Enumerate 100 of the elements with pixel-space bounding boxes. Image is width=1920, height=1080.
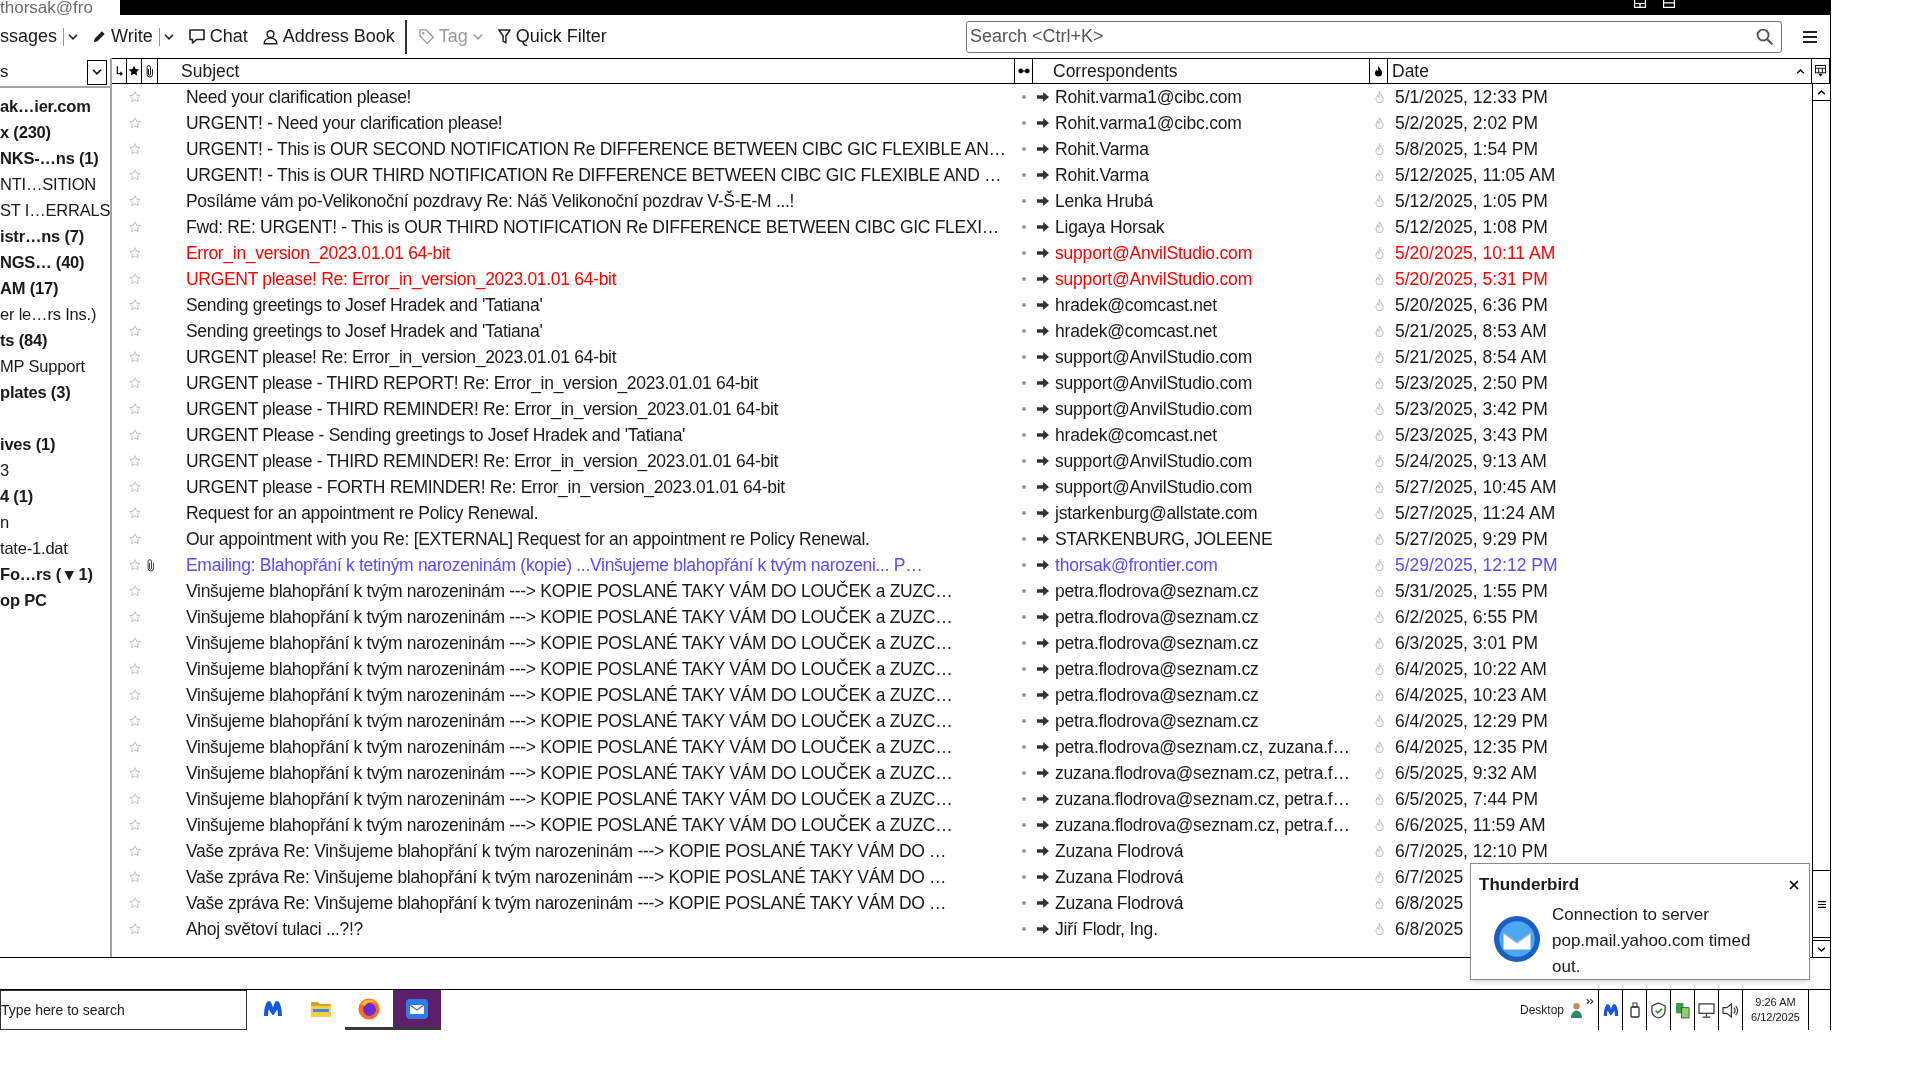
dropdown-button[interactable] (87, 59, 107, 85)
read-dot-icon[interactable] (1022, 615, 1026, 619)
column-header[interactable] (1812, 59, 1830, 83)
folder-item[interactable]: plates (3) (0, 379, 110, 405)
menu-icon[interactable] (1803, 30, 1817, 43)
folder-item[interactable]: 3 (0, 457, 110, 483)
read-dot-icon[interactable] (1022, 797, 1026, 801)
chat-button[interactable]: Chat (188, 20, 248, 53)
usb-drive-icon[interactable] (1629, 1002, 1640, 1018)
read-dot-icon[interactable] (1022, 485, 1026, 489)
read-dot-icon[interactable] (1022, 147, 1026, 151)
search-icon[interactable] (1756, 27, 1773, 45)
read-dot-icon[interactable] (1022, 849, 1026, 853)
speaker-icon[interactable] (1722, 1002, 1739, 1018)
star-icon[interactable] (128, 819, 141, 831)
star-icon[interactable] (128, 455, 141, 467)
read-dot-icon[interactable] (1022, 329, 1026, 333)
read-dot-icon[interactable] (1022, 381, 1026, 385)
folder-item[interactable]: NGS… (40) (0, 249, 110, 275)
stacked-pages-icon[interactable] (1675, 1001, 1690, 1019)
flame-icon[interactable] (1374, 663, 1384, 675)
window-grid-icon[interactable] (1634, 0, 1646, 8)
flame-icon[interactable] (1374, 585, 1384, 597)
flame-icon[interactable] (1374, 715, 1384, 727)
star-icon[interactable] (128, 793, 141, 805)
read-dot-icon[interactable] (1022, 121, 1026, 125)
star-icon[interactable] (128, 169, 141, 181)
column-header[interactable]: Subject (158, 59, 1015, 83)
flame-icon[interactable] (1374, 169, 1384, 181)
caret-icon[interactable] (163, 33, 174, 40)
flame-icon[interactable] (1374, 897, 1384, 909)
star-icon[interactable] (128, 611, 141, 623)
scrollbar-thumb[interactable] (1813, 870, 1830, 938)
star-icon[interactable] (128, 377, 141, 389)
read-dot-icon[interactable] (1022, 355, 1026, 359)
person-icon[interactable] (1570, 1001, 1583, 1019)
star-icon[interactable] (128, 897, 141, 909)
star-icon[interactable] (128, 923, 141, 935)
flame-icon[interactable] (1374, 871, 1384, 883)
desktop-toolbar-label[interactable]: Desktop (1519, 990, 1570, 1030)
flame-icon[interactable] (1374, 325, 1384, 337)
star-icon[interactable] (128, 767, 141, 779)
folder-item[interactable]: MP Support (0, 353, 110, 379)
caret-icon[interactable] (68, 33, 79, 40)
flame-icon[interactable] (1374, 195, 1384, 207)
read-dot-icon[interactable] (1022, 667, 1026, 671)
quick-filter-button[interactable]: Quick Filter (497, 20, 607, 53)
flame-icon[interactable] (1374, 507, 1384, 519)
double-chevron-icon[interactable] (1586, 998, 1594, 1005)
folder-item[interactable]: NKS-…ns (1) (0, 145, 110, 171)
read-dot-icon[interactable] (1022, 511, 1026, 515)
folder-item[interactable]: op PC (0, 587, 110, 613)
folder-item[interactable]: Fo…rs ( ▾ 1) (0, 561, 110, 587)
star-icon[interactable] (128, 299, 141, 311)
flame-icon[interactable] (1374, 637, 1384, 649)
close-icon[interactable] (1789, 879, 1799, 890)
flame-icon[interactable] (1374, 533, 1384, 545)
read-dot-icon[interactable] (1022, 589, 1026, 593)
read-dot-icon[interactable] (1022, 277, 1026, 281)
folder-item[interactable]: ives (1) (0, 431, 110, 457)
read-dot-icon[interactable] (1022, 693, 1026, 697)
star-icon[interactable] (128, 715, 141, 727)
star-icon[interactable] (128, 247, 141, 259)
read-dot-icon[interactable] (1022, 459, 1026, 463)
folder-item[interactable]: AM (17) (0, 275, 110, 301)
read-dot-icon[interactable] (1022, 251, 1026, 255)
star-icon[interactable] (128, 741, 141, 753)
star-icon[interactable] (128, 91, 141, 103)
shield-icon[interactable] (1651, 1001, 1666, 1019)
read-dot-icon[interactable] (1022, 641, 1026, 645)
flame-icon[interactable] (1374, 455, 1384, 467)
flame-icon[interactable] (1374, 819, 1384, 831)
read-dot-icon[interactable] (1022, 537, 1026, 541)
column-header[interactable]: Date (1388, 59, 1812, 83)
flame-icon[interactable] (1374, 247, 1384, 259)
folder-item[interactable]: n (0, 509, 110, 535)
star-icon[interactable] (128, 689, 141, 701)
flame-icon[interactable] (1374, 351, 1384, 363)
taskbar-search-field[interactable]: Type here to search (0, 990, 247, 1030)
read-dot-icon[interactable] (1022, 771, 1026, 775)
star-icon[interactable] (128, 533, 141, 545)
folder-item[interactable]: tate-1.dat (0, 535, 110, 561)
read-dot-icon[interactable] (1022, 901, 1026, 905)
star-icon[interactable] (128, 663, 141, 675)
flame-icon[interactable] (1374, 299, 1384, 311)
flame-icon[interactable] (1374, 481, 1384, 493)
star-icon[interactable] (128, 195, 141, 207)
read-dot-icon[interactable] (1022, 407, 1026, 411)
read-dot-icon[interactable] (1022, 927, 1026, 931)
star-icon[interactable] (128, 559, 141, 571)
search-field[interactable]: Search <Ctrl+K> (966, 20, 1782, 53)
flame-icon[interactable] (1374, 845, 1384, 857)
write-button[interactable]: Write (93, 20, 153, 53)
flame-icon[interactable] (1374, 377, 1384, 389)
star-icon[interactable] (128, 351, 141, 363)
flame-icon[interactable] (1374, 429, 1384, 441)
star-icon[interactable] (128, 845, 141, 857)
monitor-icon[interactable] (1698, 1002, 1715, 1018)
star-icon[interactable] (128, 325, 141, 337)
star-icon[interactable] (128, 871, 141, 883)
